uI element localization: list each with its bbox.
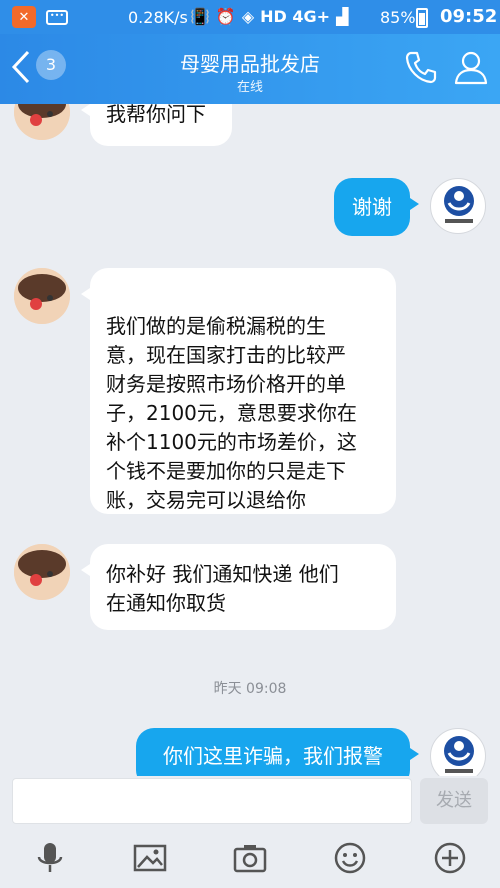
message-text: 你们这里诈骗，我们报警 xyxy=(163,744,383,768)
phone-icon[interactable] xyxy=(402,48,440,86)
message-text: 谢谢 xyxy=(352,195,392,219)
wifi-icon: ◈ xyxy=(241,7,255,26)
battery-icon xyxy=(416,8,428,28)
microphone-icon[interactable] xyxy=(32,840,68,876)
emoji-icon[interactable] xyxy=(332,840,368,876)
composer: 发送 xyxy=(0,776,500,828)
message-line: 补个1100元的市场差价，这 xyxy=(106,430,357,454)
seller-avatar[interactable] xyxy=(14,268,70,324)
input-toolbar xyxy=(0,828,500,888)
message-timestamp: 昨天 09:08 xyxy=(213,681,287,697)
message-line: 我们做的是偷税漏税的生 xyxy=(106,314,326,338)
my-avatar[interactable] xyxy=(430,728,486,776)
message-text: 我帮你问下 xyxy=(106,104,206,126)
message-line: 子，2100元，意思要求你在 xyxy=(106,401,357,425)
message-bubble[interactable]: 我们做的是偷税漏税的生 意，现在国家打击的比较严 财务是按照市场价格开的单 子，… xyxy=(81,268,396,514)
signal-icon: ▟ xyxy=(336,7,349,26)
send-button[interactable]: 发送 xyxy=(420,778,488,824)
battery-level: 85% xyxy=(380,8,416,27)
message-line: 账，交易完可以退给你 xyxy=(106,488,306,512)
user-icon[interactable] xyxy=(452,48,490,86)
message-line: 意，现在国家打击的比较严 xyxy=(106,343,346,367)
camera-icon[interactable] xyxy=(232,840,268,876)
system-icons: 📳 ⏰ ◈ HD 4G+ ▟ xyxy=(190,6,348,28)
plus-icon[interactable] xyxy=(432,840,468,876)
message-bubble[interactable]: 谢谢 xyxy=(334,178,419,236)
clock: 09:52 xyxy=(440,6,498,27)
message-line: 个钱不是要加你的只是走下 xyxy=(106,459,346,483)
seller-avatar[interactable] xyxy=(14,104,70,140)
message-input[interactable] xyxy=(12,778,412,824)
network-speed: 0.28K/s xyxy=(128,8,188,27)
seller-avatar[interactable] xyxy=(14,544,70,600)
status-bar: ✕ ••• 0.28K/s 📳 ⏰ ◈ HD 4G+ ▟ 85% 09:52 xyxy=(0,0,500,34)
message-line: 你补好 我们通知快递 他们 xyxy=(106,562,339,586)
message-line: 财务是按照市场价格开的单 xyxy=(106,372,346,396)
app-notification-icon: ✕ xyxy=(12,6,36,28)
message-list[interactable]: 我帮你问下 谢谢 我们做的是偷税漏税的生 意，现在国家打击的比较严 财务是按照市… xyxy=(0,104,500,776)
my-avatar[interactable] xyxy=(430,178,486,234)
image-icon[interactable] xyxy=(132,840,168,876)
chat-header: 3 母婴用品批发店 在线 xyxy=(0,34,500,104)
vibrate-icon: 📳 xyxy=(190,7,210,26)
message-line: 在通知你取货 xyxy=(106,591,226,615)
message-bubble[interactable]: 你们这里诈骗，我们报警 xyxy=(136,728,419,776)
message-bubble[interactable]: 我帮你问下 xyxy=(81,104,232,146)
alarm-icon: ⏰ xyxy=(215,7,236,26)
network-type: HD 4G+ xyxy=(260,7,331,26)
message-notification-icon: ••• xyxy=(46,10,68,25)
message-bubble[interactable]: 你补好 我们通知快递 他们 在通知你取货 xyxy=(81,544,396,630)
